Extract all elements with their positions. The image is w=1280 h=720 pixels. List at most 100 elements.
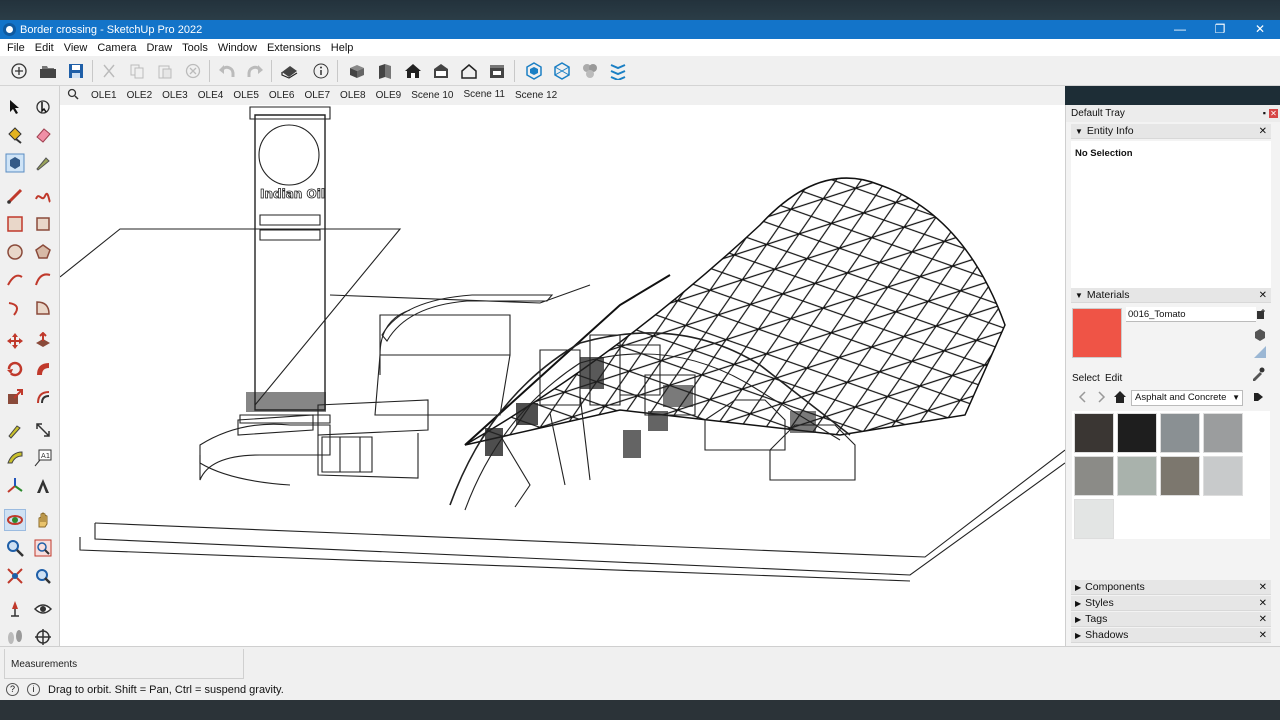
scene-tab-ole1[interactable]: OLE1 [86, 90, 122, 101]
look-around-icon[interactable] [32, 598, 54, 620]
polygon-tool-icon[interactable] [32, 241, 54, 263]
position-camera-icon[interactable] [4, 598, 26, 620]
material-swatch[interactable] [1203, 413, 1243, 453]
measurements-box[interactable]: Measurements [4, 649, 244, 679]
tab-edit[interactable]: Edit [1105, 373, 1122, 384]
default-material-icon[interactable] [1253, 345, 1267, 362]
material-swatch[interactable] [1117, 413, 1157, 453]
three-point-arc-icon[interactable] [4, 297, 26, 319]
styles-header[interactable]: ▶ Styles ✕ [1071, 596, 1271, 611]
paste-icon[interactable] [154, 61, 176, 81]
scene-tab-ole5[interactable]: OLE5 [228, 90, 264, 101]
menu-view[interactable]: View [59, 42, 93, 54]
search-icon[interactable] [60, 88, 86, 103]
panel-close-icon[interactable]: ✕ [1259, 288, 1267, 303]
arc-tool-icon[interactable] [4, 269, 26, 291]
tape-tool-icon[interactable] [4, 419, 26, 441]
pie-tool-icon[interactable] [32, 297, 54, 319]
material-name-field[interactable]: 0016_Tomato [1126, 307, 1256, 322]
open-folder-icon[interactable] [37, 61, 59, 81]
paint-sample-icon[interactable] [1253, 327, 1267, 344]
menu-camera[interactable]: Camera [92, 42, 141, 54]
front-view-icon[interactable] [402, 61, 424, 81]
dimension-tool-icon[interactable] [32, 419, 54, 441]
scene-tab-ole2[interactable]: OLE2 [122, 90, 158, 101]
home-icon[interactable] [1113, 390, 1127, 407]
tags-header[interactable]: ▶ Tags ✕ [1071, 612, 1271, 627]
left-view-icon[interactable] [486, 61, 508, 81]
tab-select[interactable]: Select [1072, 373, 1100, 384]
move-tool-icon[interactable] [4, 330, 26, 352]
current-material-swatch[interactable] [1072, 308, 1122, 358]
scene-tab-ole9[interactable]: OLE9 [371, 90, 407, 101]
shaded-style-icon[interactable] [579, 61, 601, 81]
component-icon[interactable] [4, 152, 26, 174]
zoom-window-icon[interactable] [32, 537, 54, 559]
details-arrow-icon[interactable] [1252, 391, 1264, 406]
new-icon[interactable] [8, 61, 30, 81]
panel-close-icon[interactable]: ✕ [1259, 612, 1267, 627]
panel-close-icon[interactable]: ✕ [1259, 628, 1267, 643]
create-material-icon[interactable] [1255, 308, 1267, 323]
orbit-tool-icon[interactable] [4, 509, 26, 531]
two-point-arc-icon[interactable] [32, 269, 54, 291]
eraser-icon[interactable] [32, 124, 54, 146]
close-button[interactable]: ✕ [1240, 20, 1280, 39]
section-plane-icon[interactable] [32, 626, 54, 648]
menu-file[interactable]: File [2, 42, 30, 54]
axes-tool-icon[interactable] [4, 475, 26, 497]
walk-tool-icon[interactable] [4, 626, 26, 648]
rectangle-tool-icon[interactable] [4, 213, 26, 235]
pan-tool-icon[interactable] [32, 509, 54, 531]
panel-close-icon[interactable]: ✕ [1259, 596, 1267, 611]
model-info-icon[interactable] [310, 61, 332, 81]
right-view-icon[interactable] [430, 61, 452, 81]
model-viewport[interactable]: Indian Oil [60, 105, 1065, 646]
offset-tool-icon[interactable] [32, 386, 54, 408]
wireframe-style-icon[interactable] [551, 61, 573, 81]
panel-close-icon[interactable]: ✕ [1259, 124, 1267, 139]
scene-tab-scene-10[interactable]: Scene 10 [406, 90, 458, 101]
back-arrow-icon[interactable] [1077, 391, 1089, 406]
material-library-select[interactable]: Asphalt and Concrete ▼ [1131, 390, 1243, 406]
material-swatch[interactable] [1074, 413, 1114, 453]
maximize-button[interactable]: ❐ [1200, 20, 1240, 39]
menu-edit[interactable]: Edit [30, 42, 59, 54]
menu-window[interactable]: Window [213, 42, 262, 54]
info-icon[interactable]: i [27, 683, 40, 696]
zoom-extents-icon[interactable] [4, 565, 26, 587]
circle-tool-icon[interactable] [4, 241, 26, 263]
tape-measure-icon[interactable] [32, 152, 54, 174]
scene-tab-scene-11[interactable]: Scene 11 [458, 89, 510, 100]
material-swatch[interactable] [1074, 456, 1114, 496]
paint-bucket-icon[interactable] [4, 124, 26, 146]
previous-view-icon[interactable] [32, 565, 54, 587]
rotate-tool-icon[interactable] [4, 358, 26, 380]
line-tool-icon[interactable] [4, 185, 26, 207]
scene-tab-ole6[interactable]: OLE6 [264, 90, 300, 101]
scene-tab-ole7[interactable]: OLE7 [299, 90, 335, 101]
xray-style-icon[interactable] [523, 61, 545, 81]
components-header[interactable]: ▶ Components ✕ [1071, 580, 1271, 595]
material-swatch[interactable] [1074, 499, 1114, 539]
menu-help[interactable]: Help [326, 42, 359, 54]
save-icon[interactable] [65, 61, 87, 81]
shadows-header[interactable]: ▶ Shadows ✕ [1071, 628, 1271, 643]
back-view-icon[interactable] [458, 61, 480, 81]
eyedropper-icon[interactable] [1251, 367, 1265, 384]
zoom-tool-icon[interactable] [4, 537, 26, 559]
select-tool-icon[interactable] [4, 96, 26, 118]
material-swatch[interactable] [1160, 456, 1200, 496]
scene-tab-ole3[interactable]: OLE3 [157, 90, 193, 101]
materials-header[interactable]: ▼ Materials ✕ [1071, 288, 1271, 303]
material-swatch[interactable] [1203, 456, 1243, 496]
follow-me-icon[interactable] [32, 358, 54, 380]
lasso-select-icon[interactable] [32, 96, 54, 118]
section-icon[interactable] [607, 61, 629, 81]
push-pull-icon[interactable] [32, 330, 54, 352]
text-tool-icon[interactable]: A1 [32, 447, 54, 469]
panel-close-icon[interactable]: ✕ [1259, 580, 1267, 595]
scene-tab-ole8[interactable]: OLE8 [335, 90, 371, 101]
material-swatch[interactable] [1160, 413, 1200, 453]
print-icon[interactable] [278, 61, 300, 81]
